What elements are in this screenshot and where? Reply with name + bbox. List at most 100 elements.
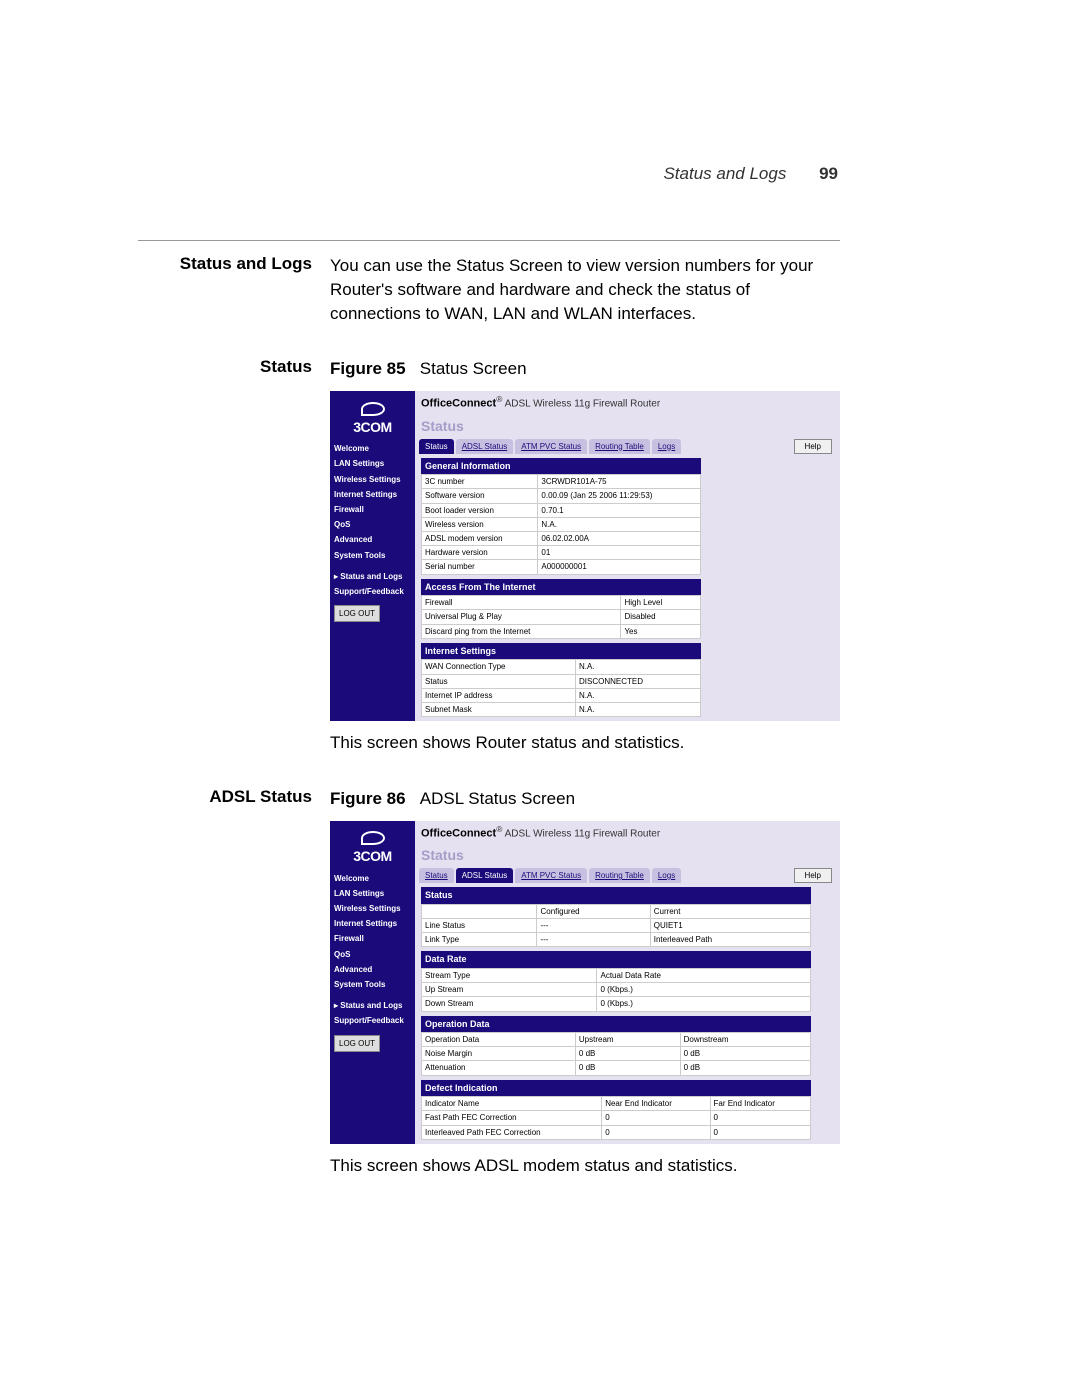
tab-adsl-status[interactable]: ADSL Status — [456, 439, 514, 454]
general-info-header: General Information — [421, 458, 701, 475]
figure-86-caption: This screen shows ADSL modem status and … — [330, 1154, 840, 1178]
pane-title: Status — [415, 844, 840, 868]
router-main-pane: OfficeConnect® ADSL Wireless 11g Firewal… — [415, 391, 840, 721]
access-internet-header: Access From The Internet — [421, 579, 701, 596]
tab-routing[interactable]: Routing Table — [589, 439, 650, 454]
pane-title: Status — [415, 415, 840, 439]
brand-line: OfficeConnect® ADSL Wireless 11g Firewal… — [415, 821, 840, 845]
sidebar-item-support[interactable]: Support/Feedback — [330, 1013, 415, 1028]
figure-85-ref: Figure 85 — [330, 359, 406, 378]
sidebar-item-wireless[interactable]: Wireless Settings — [330, 901, 415, 916]
table-row: Attenuation0 dB0 dB — [422, 1061, 811, 1075]
figure-85-line: Figure 85 Status Screen — [330, 357, 840, 381]
operation-data-table: Operation DataUpstreamDownstream Noise M… — [421, 1032, 811, 1076]
internet-settings-header: Internet Settings — [421, 643, 701, 660]
sidebar-item-internet[interactable]: Internet Settings — [330, 487, 415, 502]
table-row: Boot loader version0.70.1 — [422, 503, 701, 517]
product-desc: ADSL Wireless 11g Firewall Router — [505, 828, 661, 839]
access-internet-table: FirewallHigh Level Universal Plug & Play… — [421, 595, 701, 639]
table-row: Operation DataUpstreamDownstream — [422, 1033, 811, 1047]
tab-status[interactable]: Status — [419, 439, 454, 454]
internet-settings-table: WAN Connection TypeN.A. StatusDISCONNECT… — [421, 659, 701, 717]
status-label: Status — [138, 357, 330, 381]
status-screenshot: 3COM Welcome LAN Settings Wireless Setti… — [330, 391, 840, 721]
tabs-row: Status ADSL Status ATM PVC Status Routin… — [415, 439, 681, 454]
sidebar-item-advanced[interactable]: Advanced — [330, 962, 415, 977]
figure-86-ref: Figure 86 — [330, 789, 406, 808]
header-title: Status and Logs — [663, 164, 786, 183]
logo-swirl-icon — [361, 831, 385, 845]
sidebar-item-firewall[interactable]: Firewall — [330, 502, 415, 517]
tab-status[interactable]: Status — [419, 868, 454, 883]
tab-logs[interactable]: Logs — [652, 439, 681, 454]
vendor-logo-text: 3COM — [353, 847, 391, 867]
tab-atm-pvc[interactable]: ATM PVC Status — [515, 868, 587, 883]
sidebar-item-advanced[interactable]: Advanced — [330, 532, 415, 547]
table-row: Stream TypeActual Data Rate — [422, 968, 811, 982]
router-sidebar: 3COM Welcome LAN Settings Wireless Setti… — [330, 391, 415, 721]
sidebar-item-systemtools[interactable]: System Tools — [330, 977, 415, 992]
table-row: Serial numberA000000001 — [422, 560, 701, 574]
table-row: 3C number3CRWDR101A-75 — [422, 475, 701, 489]
table-row: WAN Connection TypeN.A. — [422, 660, 701, 674]
defect-indication-header: Defect Indication — [421, 1080, 811, 1097]
data-rate-header: Data Rate — [421, 951, 811, 968]
sidebar-item-wireless[interactable]: Wireless Settings — [330, 472, 415, 487]
figure-85-title: Status Screen — [420, 359, 527, 378]
sidebar-item-statuslogs[interactable]: Status and Logs — [330, 998, 415, 1013]
table-row: Wireless versionN.A. — [422, 517, 701, 531]
sidebar-item-statuslogs[interactable]: Status and Logs — [330, 569, 415, 584]
brand-line: OfficeConnect® ADSL Wireless 11g Firewal… — [415, 391, 840, 415]
adsl-status-label: ADSL Status — [138, 787, 330, 811]
figure-85-caption: This screen shows Router status and stat… — [330, 731, 840, 755]
table-row: Hardware version01 — [422, 546, 701, 560]
router-sidebar: 3COM Welcome LAN Settings Wireless Setti… — [330, 821, 415, 1144]
vendor-logo-text: 3COM — [353, 418, 391, 438]
figure-86-line: Figure 86 ADSL Status Screen — [330, 787, 840, 811]
vendor-logo: 3COM — [330, 825, 415, 871]
table-row: Link Type---Interleaved Path — [422, 933, 811, 947]
adsl-status-table: ConfiguredCurrent Line Status---QUIET1 L… — [421, 904, 811, 948]
figure-86-title: ADSL Status Screen — [420, 789, 575, 808]
sidebar-item-welcome[interactable]: Welcome — [330, 441, 415, 456]
table-row: StatusDISCONNECTED — [422, 674, 701, 688]
table-row: Down Stream0 (Kbps.) — [422, 997, 811, 1011]
table-row: Line Status---QUIET1 — [422, 918, 811, 932]
defect-indication-table: Indicator NameNear End IndicatorFar End … — [421, 1096, 811, 1140]
table-row: FirewallHigh Level — [422, 596, 701, 610]
table-row: ConfiguredCurrent — [422, 904, 811, 918]
sidebar-item-qos[interactable]: QoS — [330, 947, 415, 962]
product-desc: ADSL Wireless 11g Firewall Router — [505, 399, 661, 410]
table-row: Noise Margin0 dB0 dB — [422, 1047, 811, 1061]
section-intro: You can use the Status Screen to view ve… — [330, 254, 840, 325]
router-main-pane: OfficeConnect® ADSL Wireless 11g Firewal… — [415, 821, 840, 1144]
logout-button[interactable]: LOG OUT — [334, 605, 380, 622]
tab-routing[interactable]: Routing Table — [589, 868, 650, 883]
help-button[interactable]: Help — [794, 868, 832, 883]
running-header: Status and Logs 99 — [663, 164, 838, 184]
tab-logs[interactable]: Logs — [652, 868, 681, 883]
product-name: OfficeConnect — [421, 827, 496, 839]
table-row: Indicator NameNear End IndicatorFar End … — [422, 1097, 811, 1111]
tab-adsl-status[interactable]: ADSL Status — [456, 868, 514, 883]
sidebar-item-firewall[interactable]: Firewall — [330, 931, 415, 946]
section-heading: Status and Logs — [138, 254, 330, 325]
help-button[interactable]: Help — [794, 439, 832, 454]
sidebar-item-systemtools[interactable]: System Tools — [330, 548, 415, 563]
adsl-status-header: Status — [421, 887, 811, 904]
sidebar-item-qos[interactable]: QoS — [330, 517, 415, 532]
tab-atm-pvc[interactable]: ATM PVC Status — [515, 439, 587, 454]
table-row: Internet IP addressN.A. — [422, 688, 701, 702]
sidebar-item-welcome[interactable]: Welcome — [330, 871, 415, 886]
table-row: Software version0.00.09 (Jan 25 2006 11:… — [422, 489, 701, 503]
header-rule — [138, 240, 840, 241]
sidebar-item-lan[interactable]: LAN Settings — [330, 456, 415, 471]
logout-button[interactable]: LOG OUT — [334, 1035, 380, 1052]
table-row: Universal Plug & PlayDisabled — [422, 610, 701, 624]
sidebar-item-lan[interactable]: LAN Settings — [330, 886, 415, 901]
operation-data-header: Operation Data — [421, 1016, 811, 1033]
sidebar-item-internet[interactable]: Internet Settings — [330, 916, 415, 931]
sidebar-item-support[interactable]: Support/Feedback — [330, 584, 415, 599]
adsl-screenshot: 3COM Welcome LAN Settings Wireless Setti… — [330, 821, 840, 1144]
table-row: Discard ping from the InternetYes — [422, 624, 701, 638]
